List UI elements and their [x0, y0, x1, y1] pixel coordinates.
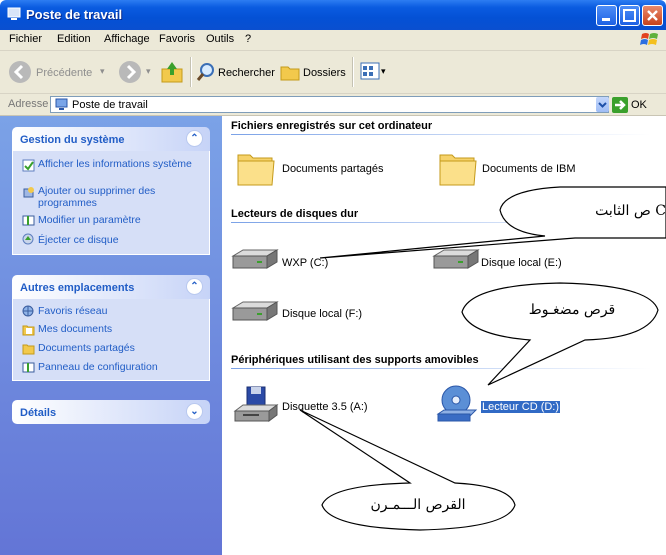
cd-callout-text: قرص مضغـوط	[528, 302, 616, 318]
annotation-layer	[299, 186, 666, 531]
floppy-callout-text: القرص الـــمـرن	[370, 497, 466, 513]
cd-callout	[461, 282, 659, 386]
hard-disk-callout	[319, 186, 666, 259]
hard-disk-callout-text: C ص الثابت	[595, 203, 666, 219]
